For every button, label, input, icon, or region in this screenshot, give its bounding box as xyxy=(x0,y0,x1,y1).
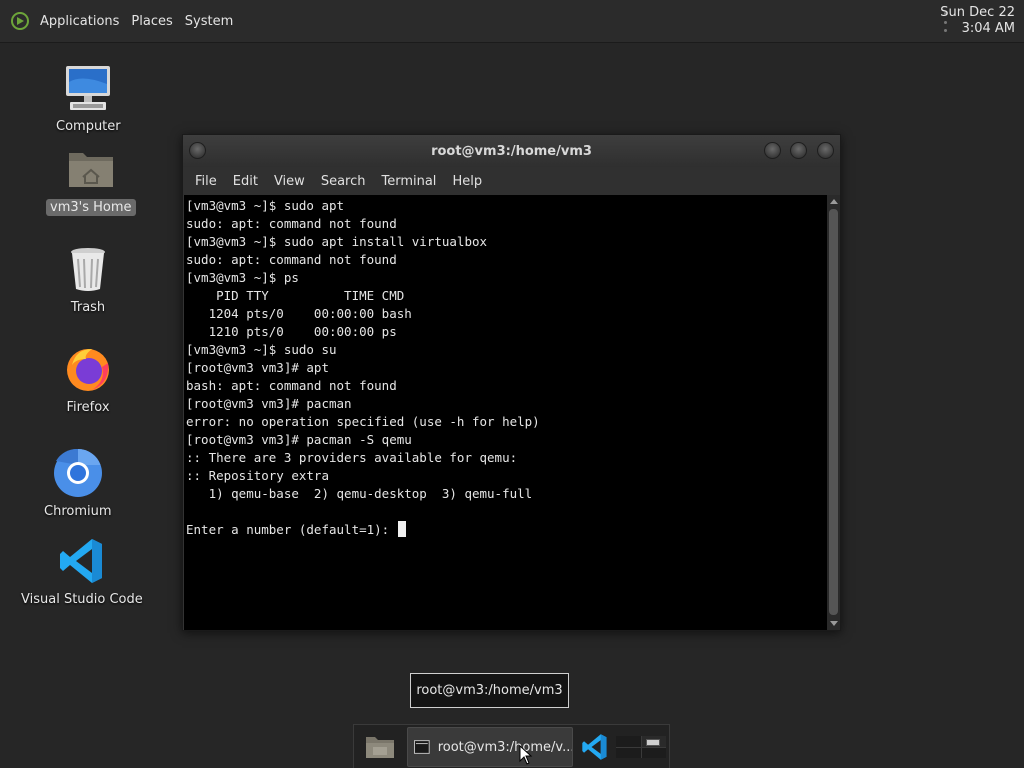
terminal-line: [root@vm3 vm3]# pacman -S qemu xyxy=(186,432,412,447)
clock-date: Sun Dec 22 xyxy=(940,5,1015,20)
desktop-icon-home[interactable]: vm3's Home xyxy=(46,143,136,216)
desktop-icon-computer[interactable]: Computer xyxy=(52,62,125,135)
menu-view[interactable]: View xyxy=(266,174,313,189)
terminal-line: bash: apt: command not found xyxy=(186,378,397,393)
terminal-line: 1210 pts/0 00:00:00 ps xyxy=(186,324,397,339)
terminal-line: [root@vm3 vm3]# apt xyxy=(186,360,329,375)
applications-menu[interactable]: Applications xyxy=(34,14,125,29)
trash-icon xyxy=(71,248,105,291)
vscode-icon xyxy=(59,539,102,583)
desktop-icon-firefox[interactable]: Firefox xyxy=(62,343,114,416)
terminal-line: :: Repository extra xyxy=(186,468,329,483)
menu-edit[interactable]: Edit xyxy=(225,174,266,189)
terminal-line: sudo: apt: command not found xyxy=(186,252,397,267)
workspace-1[interactable] xyxy=(616,736,641,747)
terminal-prompt: Enter a number (default=1): xyxy=(186,522,397,537)
terminal-line: 1204 pts/0 00:00:00 bash xyxy=(186,306,412,321)
terminal-prompt-line: Enter a number (default=1): xyxy=(186,521,827,539)
terminal-line: [vm3@vm3 ~]$ sudo apt xyxy=(186,198,345,213)
desktop-icon-chromium[interactable]: Chromium xyxy=(40,447,116,520)
clock[interactable]: Sun Dec 22 3:04 AM xyxy=(940,5,1015,37)
terminal-line: :: There are 3 providers available for q… xyxy=(186,450,518,465)
terminal-line: [root@vm3 vm3]# pacman xyxy=(186,396,352,411)
places-menu[interactable]: Places xyxy=(125,14,178,29)
text-cursor xyxy=(397,521,406,537)
workspace-window-thumbnail xyxy=(645,739,660,746)
top-panel: Applications Places System Sun Dec 22 3:… xyxy=(0,0,1024,43)
distro-logo-icon[interactable] xyxy=(10,11,30,31)
terminal-line: 1) qemu-base 2) qemu-desktop 3) qemu-ful… xyxy=(186,486,533,501)
workspace-2[interactable] xyxy=(641,736,666,747)
mouse-cursor-icon xyxy=(519,745,533,765)
terminal-scrollbar[interactable] xyxy=(827,195,840,630)
window-title: root@vm3:/home/vm3 xyxy=(431,143,592,159)
desktop-icon-label: Visual Studio Code xyxy=(21,592,143,607)
terminal-window[interactable]: root@vm3:/home/vm3 File Edit View Search… xyxy=(182,134,841,631)
terminal-output[interactable]: [vm3@vm3 ~]$ sudo apt sudo: apt: command… xyxy=(184,195,827,630)
terminal-line: PID TTY TIME CMD xyxy=(186,288,405,303)
terminal-line: error: no operation specified (use -h fo… xyxy=(186,414,540,429)
taskbar-tooltip: root@vm3:/home/vm3 xyxy=(410,673,569,708)
show-desktop-button[interactable] xyxy=(360,725,400,768)
terminal-icon xyxy=(414,740,430,754)
desktop-icon-label: Firefox xyxy=(66,400,110,415)
window-menubar: File Edit View Search Terminal Help xyxy=(183,167,840,195)
desktop-icon-vscode[interactable]: Visual Studio Code xyxy=(17,535,147,608)
menu-help[interactable]: Help xyxy=(444,174,490,189)
menu-search[interactable]: Search xyxy=(313,174,374,189)
workspace-4[interactable] xyxy=(641,747,666,758)
workspace-3[interactable] xyxy=(616,747,641,758)
taskbar-vscode-launcher[interactable] xyxy=(576,725,614,768)
maximize-button[interactable] xyxy=(790,142,807,159)
computer-icon xyxy=(66,66,111,110)
terminal-line: [vm3@vm3 ~]$ sudo apt install virtualbox xyxy=(186,234,488,249)
menu-file[interactable]: File xyxy=(187,174,225,189)
window-titlebar[interactable]: root@vm3:/home/vm3 xyxy=(183,135,840,167)
desktop-icon-label: Trash xyxy=(70,300,106,315)
window-menu-button[interactable] xyxy=(189,142,206,159)
close-button[interactable] xyxy=(817,142,834,159)
desktop-icon-trash[interactable]: Trash xyxy=(62,243,114,316)
bottom-panel: root@vm3:/home/v... xyxy=(353,724,670,768)
desktop-icon-label: Chromium xyxy=(44,504,112,519)
minimize-button[interactable] xyxy=(764,142,781,159)
chromium-icon xyxy=(53,448,102,497)
workspace-switcher[interactable] xyxy=(616,736,666,758)
scroll-down-arrow-icon[interactable] xyxy=(830,621,838,626)
clock-time: 3:04 AM xyxy=(961,21,1015,36)
taskbar-terminal-button[interactable]: root@vm3:/home/v... xyxy=(407,727,573,767)
taskbar-terminal-label: root@vm3:/home/v... xyxy=(437,739,572,755)
vscode-icon xyxy=(582,734,607,760)
folder-icon xyxy=(366,737,394,758)
system-menu[interactable]: System xyxy=(179,14,239,29)
home-folder-icon xyxy=(68,153,113,187)
desktop-icon-label: vm3's Home xyxy=(46,199,136,216)
terminal-line: [vm3@vm3 ~]$ ps xyxy=(186,270,299,285)
desktop-icon-label: Computer xyxy=(56,119,121,134)
scrollbar-thumb[interactable] xyxy=(829,209,838,615)
terminal-line: sudo: apt: command not found xyxy=(186,216,397,231)
terminal-line: [vm3@vm3 ~]$ sudo su xyxy=(186,342,337,357)
scroll-up-arrow-icon[interactable] xyxy=(830,199,838,204)
firefox-icon xyxy=(67,349,109,391)
menu-terminal[interactable]: Terminal xyxy=(373,174,444,189)
